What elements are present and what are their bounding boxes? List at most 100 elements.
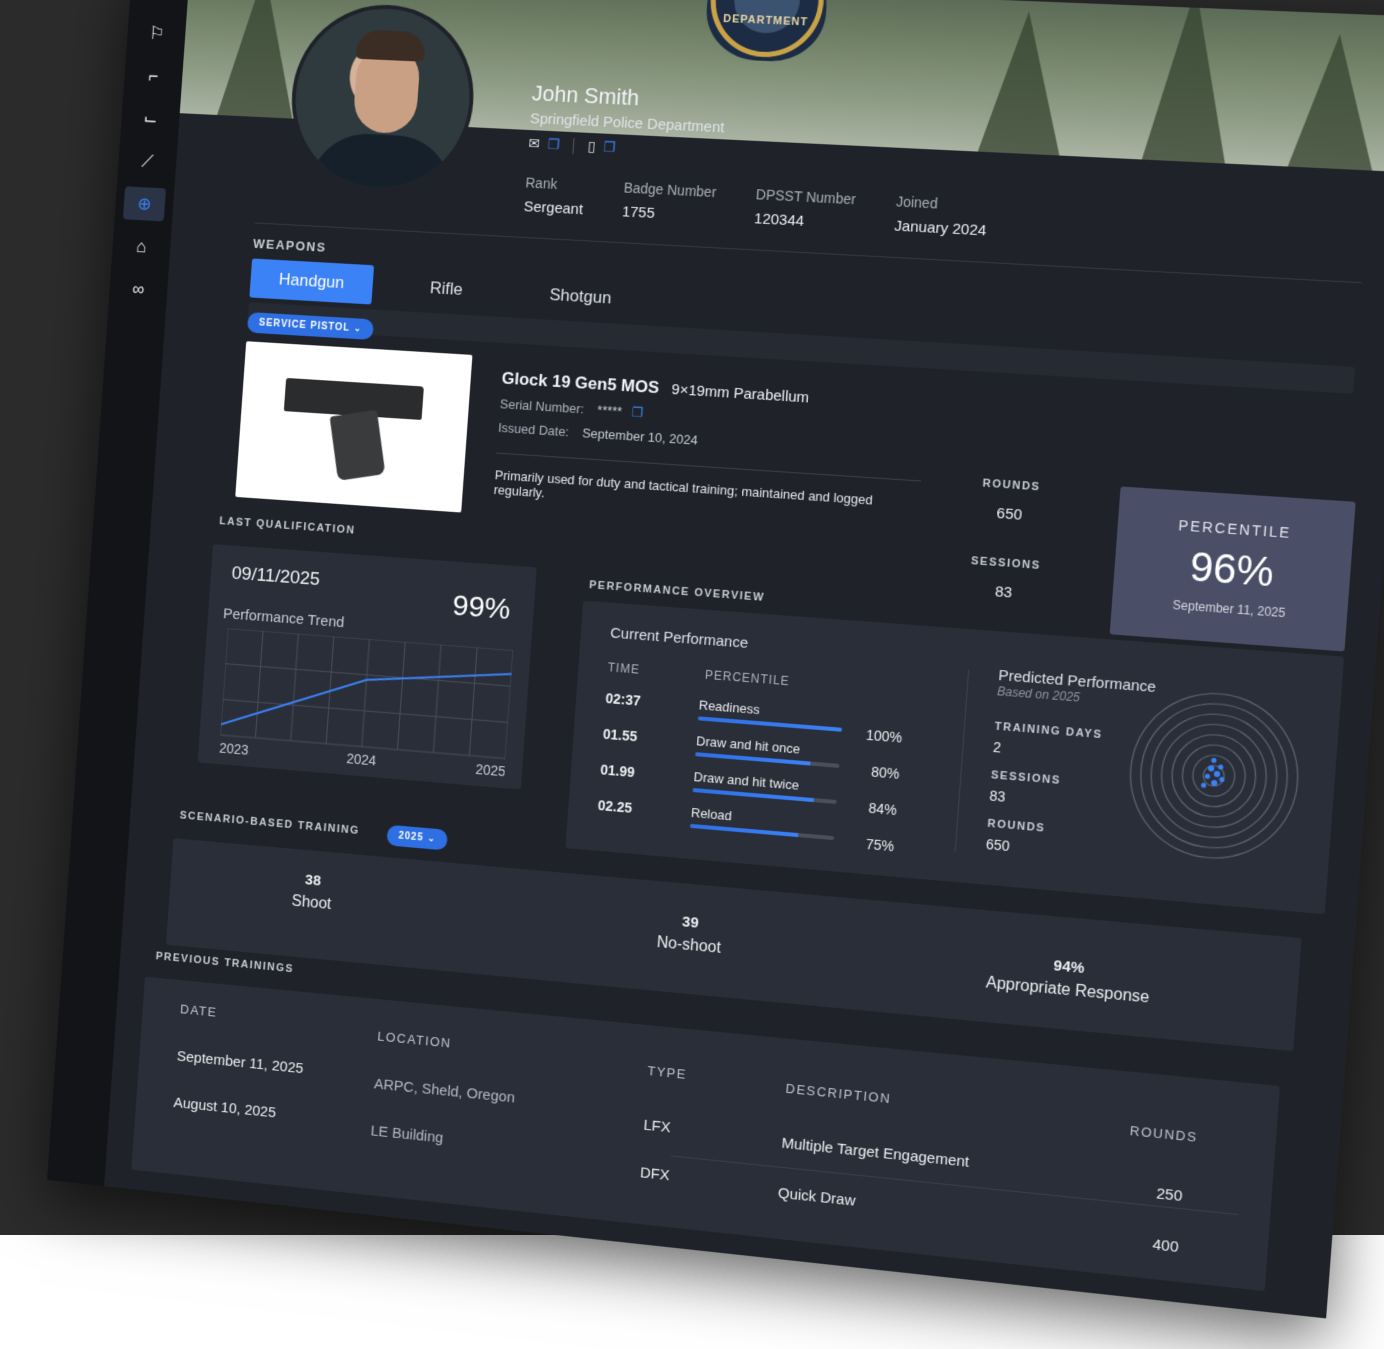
copy-icon[interactable]: ❐ [547,136,560,153]
department-name: Springfield Police Department [529,110,725,137]
row-date: September 11, 2025 [176,1047,304,1078]
year-value: 2025 [398,830,424,844]
curve-arrow-icon[interactable]: ⤼ [138,0,181,8]
percentile-card: PERCENTILE 96% September 11, 2025 [1109,486,1356,652]
chart-gridline [469,647,477,755]
copy-icon[interactable]: ❐ [603,139,616,156]
dpsst-label: DPSST Number [755,186,857,208]
weapon-model-name: Glock 19 Gen5 MOS [501,368,660,398]
rank-value: Sergeant [523,198,584,219]
chart-gridline [362,639,370,747]
row-time: 02.25 [597,797,633,816]
row-description: Quick Draw [777,1184,857,1210]
chart-gridline [255,631,263,738]
boot-icon[interactable]: ⌙ [129,101,172,136]
scenario-section-label: SCENARIO-BASED TRAINING [179,809,360,837]
joined-value: January 2024 [893,217,987,240]
location-column-header: LOCATION [376,1028,453,1051]
scenario-stat: 94% Appropriate Response [985,951,1151,1008]
type-column-header: TYPE [647,1063,688,1082]
police-badge-logo: DEPARTMENT [703,0,831,64]
scenario-label: Shoot [291,892,332,914]
copy-icon[interactable]: ❐ [631,405,644,421]
percentile-value: 96% [1188,544,1276,596]
qualification-card: 09/11/2025 99% Performance Trend 2023 202… [197,544,537,790]
tree-image [1141,0,1238,164]
percentile-label: PERCENTILE [1178,517,1292,542]
weapon-description: Primarily used for duty and tactical tra… [493,452,921,526]
badge-logo-text: DEPARTMENT [722,12,809,29]
chart-gridline [220,628,228,735]
weapon-category-label: SERVICE PISTOL [258,317,351,334]
tree-image [217,0,303,119]
tab-shotgun[interactable]: Shotgun [519,274,642,321]
lfx-house-icon[interactable]: ⌂ [120,229,163,264]
date-column-header: DATE [179,1001,218,1020]
row-value: 75% [865,835,895,855]
row-value: 84% [867,799,898,819]
weapons-section-label: WEAPONS [252,236,327,255]
badge-label: Badge Number [623,179,717,201]
phone-icon[interactable]: ▯ [587,138,596,155]
sessions-value: 83 [994,583,1013,602]
profile-meta: Rank Sergeant Badge Number 1755 DPSST Nu… [523,175,989,240]
performance-columns: TIME PERCENTILE [607,660,790,688]
rings-icon[interactable]: ∞ [117,271,160,306]
rank-field: Rank Sergeant [523,175,585,219]
target-icon[interactable]: ⊕ [122,186,167,222]
x-tick-label: 2023 [219,741,250,758]
chevron-down-icon: ⌄ [353,323,363,335]
description-column-header: DESCRIPTION [785,1080,892,1107]
row-value: 100% [865,726,903,746]
percentile-column-header: PERCENTILE [704,667,791,689]
trend-series-line [221,652,512,748]
chart-gridline [228,628,513,650]
joined-label: Joined [895,193,939,212]
year-dropdown[interactable]: 2025 ⌄ [386,824,449,851]
current-performance-label: Current Performance [609,624,749,652]
issued-label: Issued Date: [497,419,570,440]
knife-icon[interactable]: ⟋ [126,144,169,179]
serial-value: ***** [596,402,623,419]
row-time: 01.99 [599,761,636,781]
row-date: August 10, 2025 [172,1094,277,1122]
qualification-section-label: LAST QUALIFICATION [218,515,356,537]
performance-section-label: PERFORMANCE OVERVIEW [588,579,766,604]
shot-target-icon [1119,682,1309,870]
dpsst-field: DPSST Number 120344 [754,186,857,232]
badge-value: 1755 [621,203,656,222]
tab-handgun[interactable]: Handgun [249,258,375,305]
rounds-column-header: ROUNDS [1129,1122,1199,1145]
door-icon[interactable]: ⚐ [135,16,178,51]
performance-card: Current Performance TIME PERCENTILE 02:3… [565,600,1345,915]
x-tick-label: 2024 [346,751,377,768]
tree-image [977,9,1070,156]
row-time: 01.55 [602,725,638,745]
email-icon[interactable]: ✉ [528,135,541,152]
weapon-details: Glock 19 Gen5 MOS 9×19mm Parabellum Seri… [493,369,927,526]
row-rounds: 250 [1155,1185,1183,1206]
chart-title: Performance Trend [222,605,345,632]
row-time: 02:37 [605,690,642,709]
time-column-header: TIME [607,660,641,677]
chart-gridline [397,642,405,750]
scenario-value: 38 [304,871,322,890]
issued-value: September 10, 2024 [581,425,699,448]
row-value: 80% [870,763,901,782]
row-type: DFX [639,1164,671,1185]
divider [954,669,970,852]
weapon-image [235,341,473,513]
qualification-date: 09/11/2025 [230,563,321,591]
sessions-label: SESSIONS [970,554,1042,573]
row-location: LE Building [370,1122,444,1147]
tab-rifle[interactable]: Rifle [400,267,493,312]
badge-field: Badge Number 1755 [621,179,717,225]
row-type: LFX [642,1116,672,1137]
qualification-score: 99% [451,589,512,626]
divider [572,137,575,154]
scenario-stat: 39 No-shoot [656,911,723,958]
rounds-label: ROUNDS [982,477,1041,494]
handgun-icon[interactable]: ⌐ [132,59,175,94]
chart-gridline [505,650,513,758]
x-tick-label: 2025 [475,762,506,778]
